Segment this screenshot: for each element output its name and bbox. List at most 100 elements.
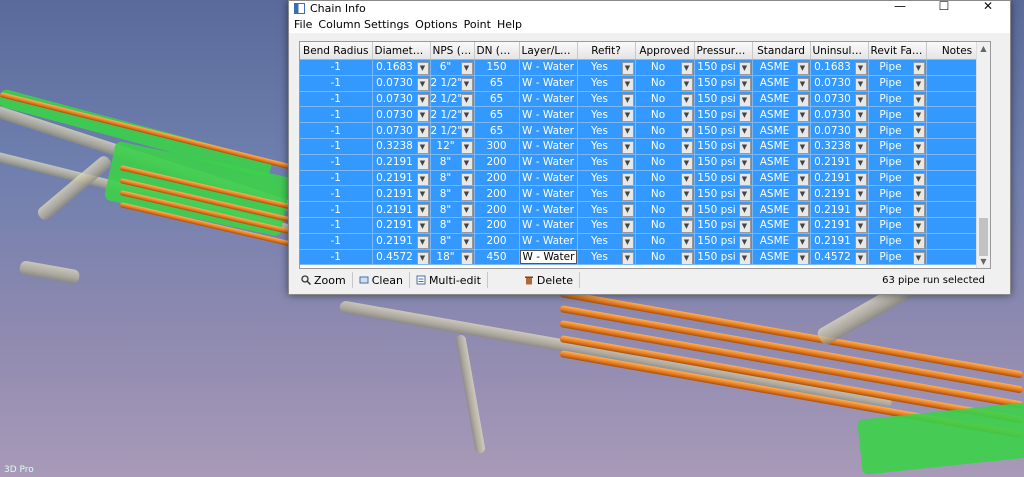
table-cell[interactable]: Pipe ▼	[868, 233, 927, 250]
table-cell[interactable]: 0.0730 ▼	[810, 122, 869, 139]
chevron-down-icon[interactable]: ▼	[416, 62, 429, 75]
table-cell[interactable]: 0.0730 ▼	[810, 75, 869, 92]
column-header[interactable]: NPS (in)	[430, 42, 475, 60]
table-cell[interactable]: -1	[300, 59, 373, 76]
chevron-down-icon[interactable]: ▼	[796, 251, 809, 264]
chevron-down-icon[interactable]: ▼	[796, 93, 809, 106]
table-row[interactable]: -1 0.0730 ▼ 2 1/2" ▼ 65 W - Water Yes ▼ No ▼ 150 ps…	[300, 91, 989, 108]
table-cell[interactable]: W - Water	[519, 185, 578, 203]
table-cell[interactable]: ASME ▼	[752, 106, 811, 124]
table-cell[interactable]: 0.4572 ▼	[372, 249, 431, 266]
table-cell[interactable]: 0.2191 ▼	[810, 201, 869, 218]
chevron-down-icon[interactable]: ▼	[738, 204, 751, 217]
chevron-down-icon[interactable]: ▼	[680, 188, 693, 201]
table-cell[interactable]: ASME ▼	[752, 154, 811, 171]
table-cell[interactable]: 0.0730 ▼	[372, 91, 431, 108]
column-header[interactable]: Refit?	[577, 42, 636, 60]
table-row[interactable]: -1 0.0730 ▼ 2 1/2" ▼ 65 W - Water Yes ▼ No ▼ 150 ps…	[300, 122, 989, 139]
chevron-down-icon[interactable]: ▼	[796, 62, 809, 75]
chevron-down-icon[interactable]: ▼	[912, 109, 925, 122]
table-cell[interactable]: ASME ▼	[752, 75, 811, 92]
table-cell[interactable]: W - Water	[519, 217, 578, 234]
table-cell[interactable]: 150 psi ▼	[694, 217, 753, 234]
chevron-down-icon[interactable]: ▼	[912, 156, 925, 170]
table-cell[interactable]: W - Water	[519, 249, 578, 266]
table-cell[interactable]: No ▼	[635, 201, 695, 218]
table-cell[interactable]: 0.2191 ▼	[372, 154, 431, 171]
chevron-down-icon[interactable]: ▼	[912, 77, 925, 91]
chevron-down-icon[interactable]: ▼	[621, 188, 634, 201]
menu-options[interactable]: Options	[414, 18, 462, 31]
chevron-down-icon[interactable]: ▼	[738, 62, 751, 75]
chevron-down-icon[interactable]: ▼	[854, 125, 867, 138]
table-cell[interactable]: 8" ▼	[430, 154, 475, 171]
table-cell[interactable]: ASME ▼	[752, 249, 811, 266]
chevron-down-icon[interactable]: ▼	[416, 140, 429, 154]
chevron-down-icon[interactable]: ▼	[854, 204, 867, 217]
column-header[interactable]: Diameter(m)	[372, 42, 431, 60]
table-cell[interactable]: 450	[474, 249, 520, 266]
chevron-down-icon[interactable]: ▼	[854, 62, 867, 75]
chevron-down-icon[interactable]: ▼	[460, 125, 473, 138]
chevron-down-icon[interactable]: ▼	[460, 77, 473, 91]
clean-button[interactable]: Clean	[353, 272, 410, 288]
table-cell[interactable]: No ▼	[635, 75, 695, 92]
chevron-down-icon[interactable]: ▼	[416, 235, 429, 249]
chevron-down-icon[interactable]: ▼	[738, 109, 751, 122]
chevron-down-icon[interactable]: ▼	[854, 109, 867, 122]
table-cell[interactable]: Yes ▼	[577, 185, 636, 203]
minimize-button[interactable]: —	[878, 0, 922, 15]
chevron-down-icon[interactable]: ▼	[460, 109, 473, 122]
chevron-down-icon[interactable]: ▼	[680, 219, 693, 233]
chevron-down-icon[interactable]: ▼	[854, 219, 867, 233]
table-cell[interactable]: 0.3238 ▼	[372, 138, 431, 155]
column-header[interactable]: Layer/Level	[519, 42, 578, 60]
chevron-down-icon[interactable]: ▼	[680, 93, 693, 106]
chevron-down-icon[interactable]: ▼	[416, 188, 429, 201]
chevron-down-icon[interactable]: ▼	[680, 77, 693, 91]
table-cell[interactable]: 0.1683 ▼	[372, 59, 431, 76]
table-row[interactable]: -1 0.2191 ▼ 8" ▼ 200 W - Water Yes ▼ No ▼ 150 psi ▼ A…	[300, 154, 989, 171]
table-cell[interactable]: 65	[474, 106, 520, 124]
table-cell[interactable]: Yes ▼	[577, 201, 636, 218]
table-cell[interactable]: W - Water	[519, 75, 578, 92]
table-row[interactable]: -1 0.4572 ▼ 18" ▼ 450 W - Water Yes ▼ No ▼ 150 psi ▼…	[300, 249, 989, 266]
table-cell[interactable]: -1	[300, 185, 373, 203]
table-cell[interactable]: 0.0730 ▼	[810, 106, 869, 124]
column-header[interactable]: Uninsulated...	[810, 42, 869, 60]
table-row[interactable]: -1 0.0730 ▼ 2 1/2" ▼ 65 W - Water Yes ▼ No ▼ 150 ps…	[300, 75, 989, 92]
table-cell[interactable]: Pipe ▼	[868, 249, 927, 266]
chevron-down-icon[interactable]: ▼	[912, 172, 925, 185]
table-cell[interactable]: Pipe ▼	[868, 122, 927, 139]
chevron-down-icon[interactable]: ▼	[416, 125, 429, 138]
column-header[interactable]: DN (mm)	[474, 42, 520, 60]
chevron-down-icon[interactable]: ▼	[416, 251, 429, 264]
chevron-down-icon[interactable]: ▼	[796, 235, 809, 249]
table-cell[interactable]: -1	[300, 201, 373, 218]
table-cell[interactable]: No ▼	[635, 106, 695, 124]
table-cell[interactable]: 150 psi ▼	[694, 185, 753, 203]
scroll-thumb[interactable]	[979, 218, 988, 256]
chevron-down-icon[interactable]: ▼	[621, 77, 634, 91]
scroll-down-icon[interactable]: ▼	[977, 255, 990, 268]
table-cell[interactable]: ASME ▼	[752, 122, 811, 139]
chevron-down-icon[interactable]: ▼	[621, 172, 634, 185]
menu-file[interactable]: File	[293, 18, 317, 31]
table-cell[interactable]: No ▼	[635, 249, 695, 266]
chevron-down-icon[interactable]: ▼	[460, 204, 473, 217]
table-cell[interactable]: Yes ▼	[577, 59, 636, 76]
table-cell[interactable]: No ▼	[635, 59, 695, 76]
table-cell[interactable]: Pipe ▼	[868, 59, 927, 76]
table-cell[interactable]: W - Water	[519, 59, 578, 76]
table-cell[interactable]: ASME ▼	[752, 217, 811, 234]
table-cell[interactable]: -1	[300, 170, 373, 187]
table-cell[interactable]: Pipe ▼	[868, 185, 927, 203]
menu-column-settings[interactable]: Column Settings	[317, 18, 414, 31]
chevron-down-icon[interactable]: ▼	[738, 156, 751, 170]
chevron-down-icon[interactable]: ▼	[912, 140, 925, 154]
table-cell[interactable]: 65	[474, 91, 520, 108]
table-cell[interactable]: 65	[474, 75, 520, 92]
table-cell[interactable]: ASME ▼	[752, 201, 811, 218]
chevron-down-icon[interactable]: ▼	[416, 93, 429, 106]
table-cell[interactable]: No ▼	[635, 185, 695, 203]
